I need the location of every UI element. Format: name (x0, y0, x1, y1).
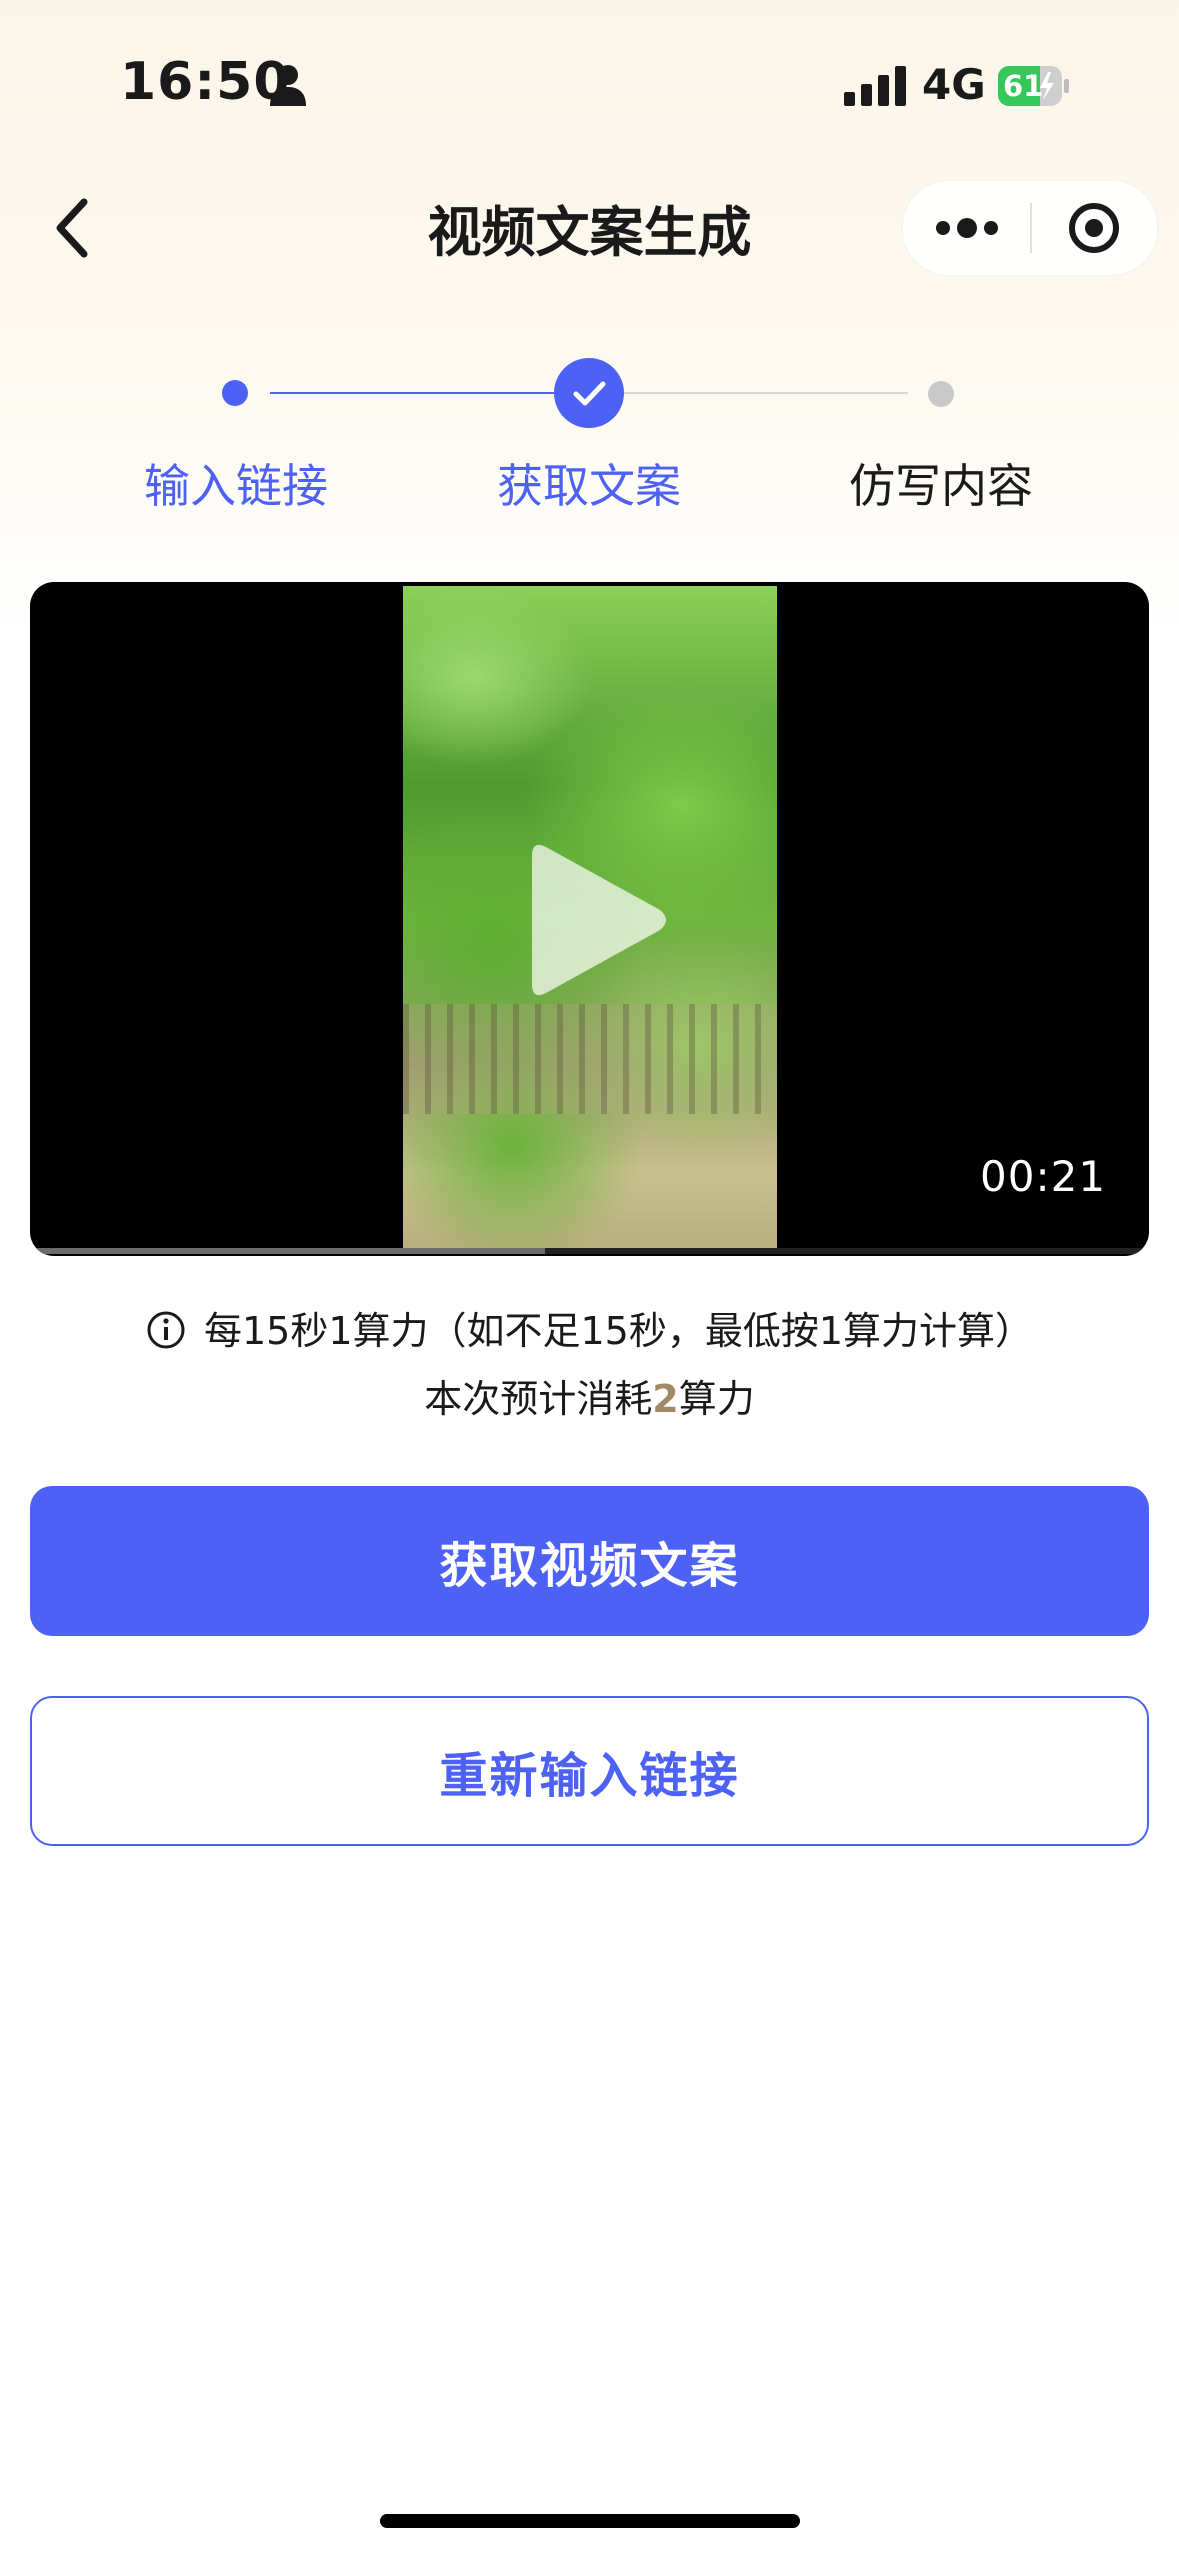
cost-suffix: 算力 (678, 1377, 755, 1421)
person-icon (270, 65, 306, 106)
play-icon[interactable] (522, 838, 672, 1002)
home-indicator[interactable] (380, 2514, 800, 2528)
network-label: 4G (922, 60, 986, 109)
estimated-cost: 本次预计消耗2算力 (0, 1368, 1179, 1423)
step-dot-rewrite (928, 381, 954, 407)
step-connector-1 (270, 392, 554, 394)
video-player[interactable]: 00:21 (30, 582, 1149, 1256)
close-target-icon[interactable] (1067, 201, 1121, 255)
step-label-get-script: 获取文案 (497, 459, 681, 513)
signal-icon (844, 66, 906, 106)
info-icon (147, 1311, 185, 1349)
status-time: 16:50 (120, 52, 291, 112)
thumbnail-fence (403, 1004, 777, 1114)
battery-level: 61 (1003, 69, 1044, 103)
get-video-script-button[interactable]: 获取视频文案 (30, 1486, 1149, 1636)
step-label-input-link: 输入链接 (144, 459, 328, 513)
more-icon[interactable] (929, 208, 1005, 248)
check-icon (573, 381, 606, 406)
video-progress-fill (30, 1248, 545, 1254)
pricing-rule-text: 每15秒1算力（如不足15秒，最低按1算力计算） (203, 1309, 1034, 1353)
reenter-link-button[interactable]: 重新输入链接 (30, 1696, 1149, 1846)
step-connector-2 (624, 392, 908, 394)
cost-value: 2 (652, 1377, 679, 1421)
capsule-divider (1030, 203, 1032, 253)
video-progress-bar[interactable] (30, 1248, 1149, 1254)
mini-program-capsule (902, 180, 1158, 276)
pricing-rule: 每15秒1算力（如不足15秒，最低按1算力计算） (0, 1300, 1179, 1355)
cost-prefix: 本次预计消耗 (424, 1377, 653, 1421)
step-dot-input-link (222, 380, 248, 406)
step-dot-get-script (554, 358, 624, 428)
step-label-rewrite: 仿写内容 (849, 459, 1033, 513)
battery-icon: 61 (998, 66, 1070, 106)
video-duration: 00:21 (980, 1152, 1107, 1201)
